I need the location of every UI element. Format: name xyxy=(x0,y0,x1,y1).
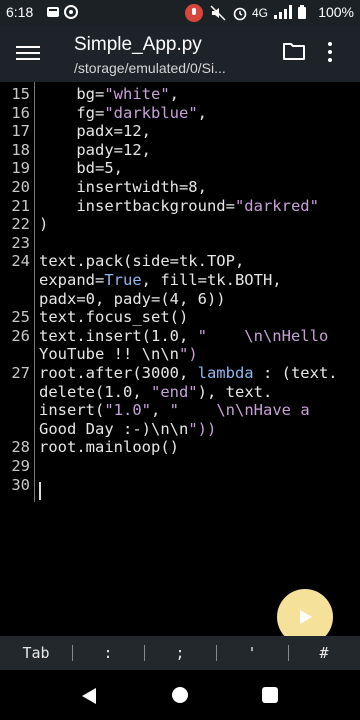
extra-keys-bar: Tab : ; ' # xyxy=(0,636,360,670)
recent-apps-icon[interactable] xyxy=(262,687,278,703)
key-quote[interactable]: ' xyxy=(216,636,288,670)
notification-icon xyxy=(46,5,60,24)
code-line[interactable]: 22) xyxy=(0,215,360,234)
back-icon[interactable] xyxy=(80,686,98,706)
line-number: 20 xyxy=(11,178,30,196)
more-options-icon[interactable] xyxy=(326,38,334,68)
code-line[interactable]: YouTube !! \n\n") xyxy=(0,345,360,364)
navigation-bar xyxy=(0,670,360,720)
line-number: 21 xyxy=(11,196,30,215)
line-code: bd=5, xyxy=(39,159,123,178)
mute-icon xyxy=(210,5,226,26)
code-line[interactable]: padx=0, pady=(4, 6)) xyxy=(0,290,360,309)
code-line[interactable]: 17 padx=12, xyxy=(0,122,360,141)
line-code: bg="white", xyxy=(39,85,179,103)
line-code: insert("1.0", " \n\nHave a xyxy=(39,401,310,420)
app-bar: Simple_App.py /storage/emulated/0/Si... xyxy=(0,26,360,82)
status-bar: 6:18 4G 100% xyxy=(0,0,360,26)
line-code: pady=12, xyxy=(39,140,151,159)
line-number: 18 xyxy=(11,140,30,159)
play-icon xyxy=(300,610,312,624)
code-line[interactable]: Good Day :-)\n\n")) xyxy=(0,420,360,439)
code-line[interactable]: 16 fg="darkblue", xyxy=(0,104,360,123)
code-editor[interactable]: 15 bg="white", 16 fg="darkblue", 17 padx=1… xyxy=(0,82,360,636)
line-number: 25 xyxy=(11,308,30,327)
status-time: 6:18 xyxy=(6,4,34,20)
folder-icon[interactable] xyxy=(282,40,308,66)
key-hash[interactable]: # xyxy=(288,636,360,670)
code-line[interactable]: 15 bg="white", xyxy=(0,85,360,104)
line-code: padx=12, xyxy=(39,122,151,141)
code-line[interactable]: 24 text.pack(side=tk.TOP, xyxy=(0,252,360,271)
line-code: text.insert(1.0, " \n\nHello xyxy=(39,326,329,345)
line-number: 24 xyxy=(11,252,30,271)
home-icon[interactable] xyxy=(172,687,188,703)
code-line[interactable]: delete(1.0, "end"), text. xyxy=(0,383,360,402)
code-line[interactable]: 30 xyxy=(0,476,360,495)
code-line[interactable]: 18 pady=12, xyxy=(0,141,360,160)
key-colon[interactable]: : xyxy=(72,636,144,670)
code-line[interactable]: 23 xyxy=(0,234,360,253)
line-code: delete(1.0, "end"), text. xyxy=(39,382,273,401)
battery-icon xyxy=(298,5,306,24)
code-line[interactable]: 27 root.after(3000, lambda : (text. xyxy=(0,364,360,383)
file-path: /storage/emulated/0/Si... xyxy=(74,60,226,76)
line-number: 16 xyxy=(11,103,30,122)
line-number: 15 xyxy=(11,85,30,103)
line-code: YouTube !! \n\n") xyxy=(39,345,198,364)
network-type: 4G xyxy=(252,6,269,20)
line-code: fg="darkblue", xyxy=(39,103,207,122)
code-line[interactable]: 26 text.insert(1.0, " \n\nHello xyxy=(0,327,360,346)
alarm-icon xyxy=(232,5,248,26)
line-number: 17 xyxy=(11,122,30,141)
line-number: 28 xyxy=(11,438,30,457)
line-number: 22 xyxy=(11,215,30,234)
text-cursor xyxy=(39,482,41,500)
line-code: root.mainloop() xyxy=(39,438,179,457)
line-number: 23 xyxy=(11,233,30,252)
line-number: 30 xyxy=(11,475,30,494)
code-line[interactable]: 29 xyxy=(0,457,360,476)
line-code: text.focus_set() xyxy=(39,308,189,327)
key-tab[interactable]: Tab xyxy=(0,636,72,670)
line-code: padx=0, pady=(4, 6)) xyxy=(39,289,226,308)
line-number: 27 xyxy=(11,364,30,382)
notification-icon-2 xyxy=(64,5,78,24)
line-code: text.pack(side=tk.TOP, xyxy=(39,252,245,271)
code-line[interactable]: 20 insertwidth=8, xyxy=(0,178,360,197)
line-number: 26 xyxy=(11,326,30,345)
battery-level: 100% xyxy=(318,4,354,20)
key-semicolon[interactable]: ; xyxy=(144,636,216,670)
line-code: insertbackground="darkred" xyxy=(39,196,319,215)
line-number: 29 xyxy=(11,457,30,475)
code-line[interactable]: insert("1.0", " \n\nHave a xyxy=(0,401,360,420)
code-line[interactable]: 28 root.mainloop() xyxy=(0,438,360,457)
code-line[interactable]: 19 bd=5, xyxy=(0,159,360,178)
code-line[interactable]: expand=True, fill=tk.BOTH, xyxy=(0,271,360,290)
line-code: insertwidth=8, xyxy=(39,178,207,196)
line-code: ) xyxy=(39,215,49,234)
menu-icon[interactable] xyxy=(16,42,40,64)
line-code: root.after(3000, lambda : (text. xyxy=(39,364,338,382)
recording-icon xyxy=(184,3,204,28)
signal-icon xyxy=(274,5,294,24)
line-code: Good Day :-)\n\n")) xyxy=(39,419,217,438)
file-title: Simple_App.py xyxy=(74,34,202,55)
line-code: expand=True, fill=tk.BOTH, xyxy=(39,271,282,289)
code-line[interactable]: 21 insertbackground="darkred" xyxy=(0,197,360,216)
code-line[interactable]: 25 text.focus_set() xyxy=(0,308,360,327)
line-number: 19 xyxy=(11,159,30,178)
